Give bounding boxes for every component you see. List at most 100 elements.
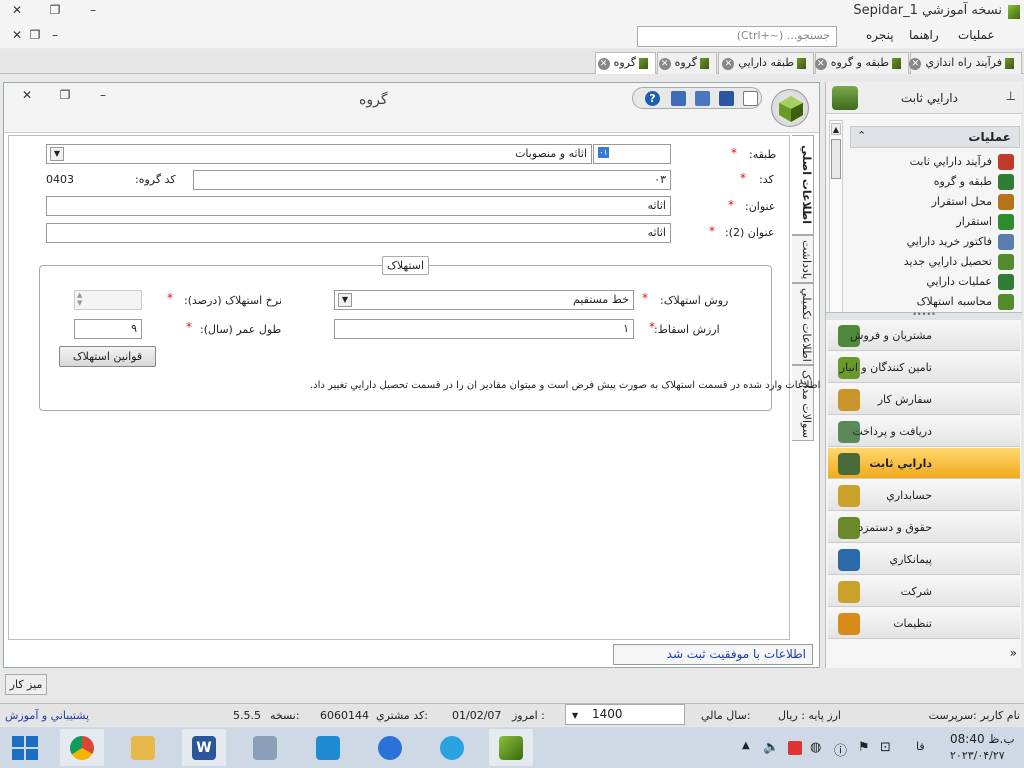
antivirus-icon[interactable] (788, 741, 802, 755)
save-close-icon[interactable] (695, 91, 710, 106)
class-code-field[interactable]: ۰۱ (593, 144, 671, 164)
expand-more-icon[interactable]: » (1010, 646, 1017, 660)
restore-window-button[interactable]: ❐ (42, 3, 68, 17)
ops-item[interactable]: تحصيل دارايي جديد (904, 254, 1014, 274)
class-select[interactable]: ▼ اثاثه و منصوبات (46, 144, 592, 164)
required-mark: * (167, 291, 173, 305)
module-button[interactable]: دارايي ثابت (828, 448, 1020, 479)
close-icon[interactable]: ✕ (658, 58, 671, 70)
new-document-icon[interactable] (743, 91, 758, 106)
module-button[interactable]: دريافت و پرداخت (828, 416, 1020, 447)
explorer-taskbar-button[interactable] (121, 729, 165, 766)
fixed-assets-icon (832, 86, 858, 110)
mdi-minimize-button[interactable]: – (42, 28, 68, 42)
ops-scrollbar[interactable]: ▲ (829, 120, 843, 340)
network-icon[interactable]: ⊡ (880, 740, 891, 755)
fiscal-year-select[interactable]: ▼ 1400 (565, 704, 685, 725)
scroll-up-icon[interactable]: ▲ (831, 123, 841, 135)
module-button[interactable]: شرکت (828, 576, 1020, 607)
module-button[interactable]: مشتريان و فروش (828, 320, 1020, 351)
ops-item[interactable]: محل استقرار (932, 194, 1014, 214)
chevron-down-icon[interactable]: ▼ (50, 147, 64, 161)
search-input[interactable]: جستجو... (~+Ctrl) (637, 26, 837, 47)
close-icon[interactable]: ✕ (814, 58, 827, 70)
chrome-icon (70, 736, 94, 760)
windows-start-icon[interactable] (12, 736, 38, 763)
shield-taskbar-button[interactable] (368, 729, 412, 766)
ops-item[interactable]: فرآيند دارايي ثابت (910, 154, 1014, 174)
info-icon[interactable]: ⓘ (834, 740, 847, 759)
vscode-taskbar-button[interactable] (306, 729, 350, 766)
tab-group[interactable]: گروه✕ (657, 52, 717, 74)
minimize-window-button[interactable]: – (80, 3, 106, 17)
volume-icon[interactable]: 🔈 (763, 740, 779, 755)
code-field[interactable]: ۰۳ (193, 170, 671, 190)
tab-group-active[interactable]: گروه✕ (595, 52, 656, 74)
chevron-down-icon[interactable]: ▼ (572, 711, 578, 720)
dep-rate-spinner[interactable] (74, 290, 142, 310)
scroll-thumb[interactable] (831, 139, 841, 179)
tab-extra-info[interactable]: اطلاعات تکميلي (792, 283, 814, 365)
tab-documents[interactable]: سوالات مدارک (792, 365, 814, 441)
save-icon[interactable] (719, 91, 734, 106)
dep-method-select[interactable]: ▼ خط مستقيم (334, 290, 634, 310)
ops-item[interactable]: عمليات دارايي (926, 274, 1014, 294)
clock-date[interactable]: ۲۰۲۳/۰۴/۲۷ (950, 749, 1005, 762)
tab-main-info[interactable]: اطلاعات اصلي (792, 135, 814, 235)
ops-section-header[interactable]: عمليات ⌃ (850, 126, 1020, 148)
desktop-button[interactable]: ميز کار (5, 674, 47, 695)
tab-icon (797, 57, 806, 69)
tab-class-group[interactable]: طبقه و گروه✕ (814, 52, 909, 74)
version-label: نسخه: (270, 709, 300, 722)
help-icon[interactable]: ? (645, 91, 660, 106)
vpn-icon[interactable]: ◍ (810, 740, 821, 755)
tab-notes[interactable]: يادداشت (792, 235, 814, 283)
support-link[interactable]: پشتيباني و آموزش (5, 709, 89, 722)
ops-item[interactable]: طبقه و گروه (934, 174, 1014, 194)
save-new-icon[interactable] (671, 91, 686, 106)
title-bar: ✕ ❐ – Sepidar_1 نسخه آموزشي (0, 0, 1024, 24)
clock-time[interactable]: ب.ظ 08:40 (950, 732, 1015, 746)
form-minimize-button[interactable]: – (90, 88, 116, 102)
ops-item[interactable]: استقرار (956, 214, 1014, 234)
keyboard-taskbar-button[interactable] (243, 729, 287, 766)
depreciation-rules-button[interactable]: قوانين استهلاک (59, 346, 156, 367)
language-indicator[interactable]: فا (916, 740, 925, 753)
tab-asset-class[interactable]: طبقه دارايي✕ (718, 52, 814, 74)
life-field[interactable]: ۹ (74, 319, 142, 339)
chevron-down-icon[interactable]: ▼ (338, 293, 352, 307)
title-field[interactable]: اثاثه (46, 196, 671, 216)
close-icon[interactable]: ✕ (722, 58, 735, 70)
menu-help[interactable]: راهنما (909, 28, 939, 42)
collapse-icon[interactable]: ⌃ (857, 129, 866, 142)
salvage-label: ارزش اسقاط: (654, 323, 720, 336)
form-close-button[interactable]: ✕ (14, 88, 40, 102)
menu-window[interactable]: پنجره (866, 28, 894, 42)
module-button[interactable]: سفارش کار (828, 384, 1020, 415)
form-restore-button[interactable]: ❐ (52, 88, 78, 102)
tray-expand-icon[interactable]: ▲ (742, 740, 750, 751)
splitter-handle[interactable]: ••••• (826, 311, 1022, 320)
close-icon[interactable]: ✕ (909, 58, 922, 70)
ops-item[interactable]: محاسبه استهلاک (917, 294, 1014, 310)
module-button[interactable]: حسابداري (828, 480, 1020, 511)
module-button[interactable]: پيمانکاري (828, 544, 1020, 575)
word-taskbar-button[interactable]: W (182, 729, 226, 766)
pin-icon[interactable]: ⊥ (1006, 89, 1016, 103)
salvage-field[interactable]: ۱ (334, 319, 634, 339)
chrome-taskbar-button[interactable] (60, 729, 104, 766)
sepidar-taskbar-button[interactable] (489, 729, 533, 766)
module-button[interactable]: حقوق و دستمزد (828, 512, 1020, 543)
module-button[interactable]: تنظيمات (828, 608, 1020, 639)
sepidar-logo (771, 89, 809, 127)
close-icon[interactable]: ✕ (597, 58, 610, 70)
close-window-button[interactable]: ✕ (4, 3, 30, 17)
menu-operations[interactable]: عمليات (958, 28, 995, 42)
spinner-arrows-icon[interactable]: ▲ ▼ (77, 291, 82, 307)
flag-icon[interactable]: ⚑ (858, 740, 870, 755)
telegram-taskbar-button[interactable] (430, 729, 474, 766)
title2-field[interactable]: اثاثه (46, 223, 671, 243)
ops-item[interactable]: فاکتور خريد دارايي (907, 234, 1014, 254)
module-button[interactable]: تامين کنندگان و انبار (828, 352, 1020, 383)
tab-setup-process[interactable]: فرآيند راه اندازي✕ (909, 52, 1022, 74)
